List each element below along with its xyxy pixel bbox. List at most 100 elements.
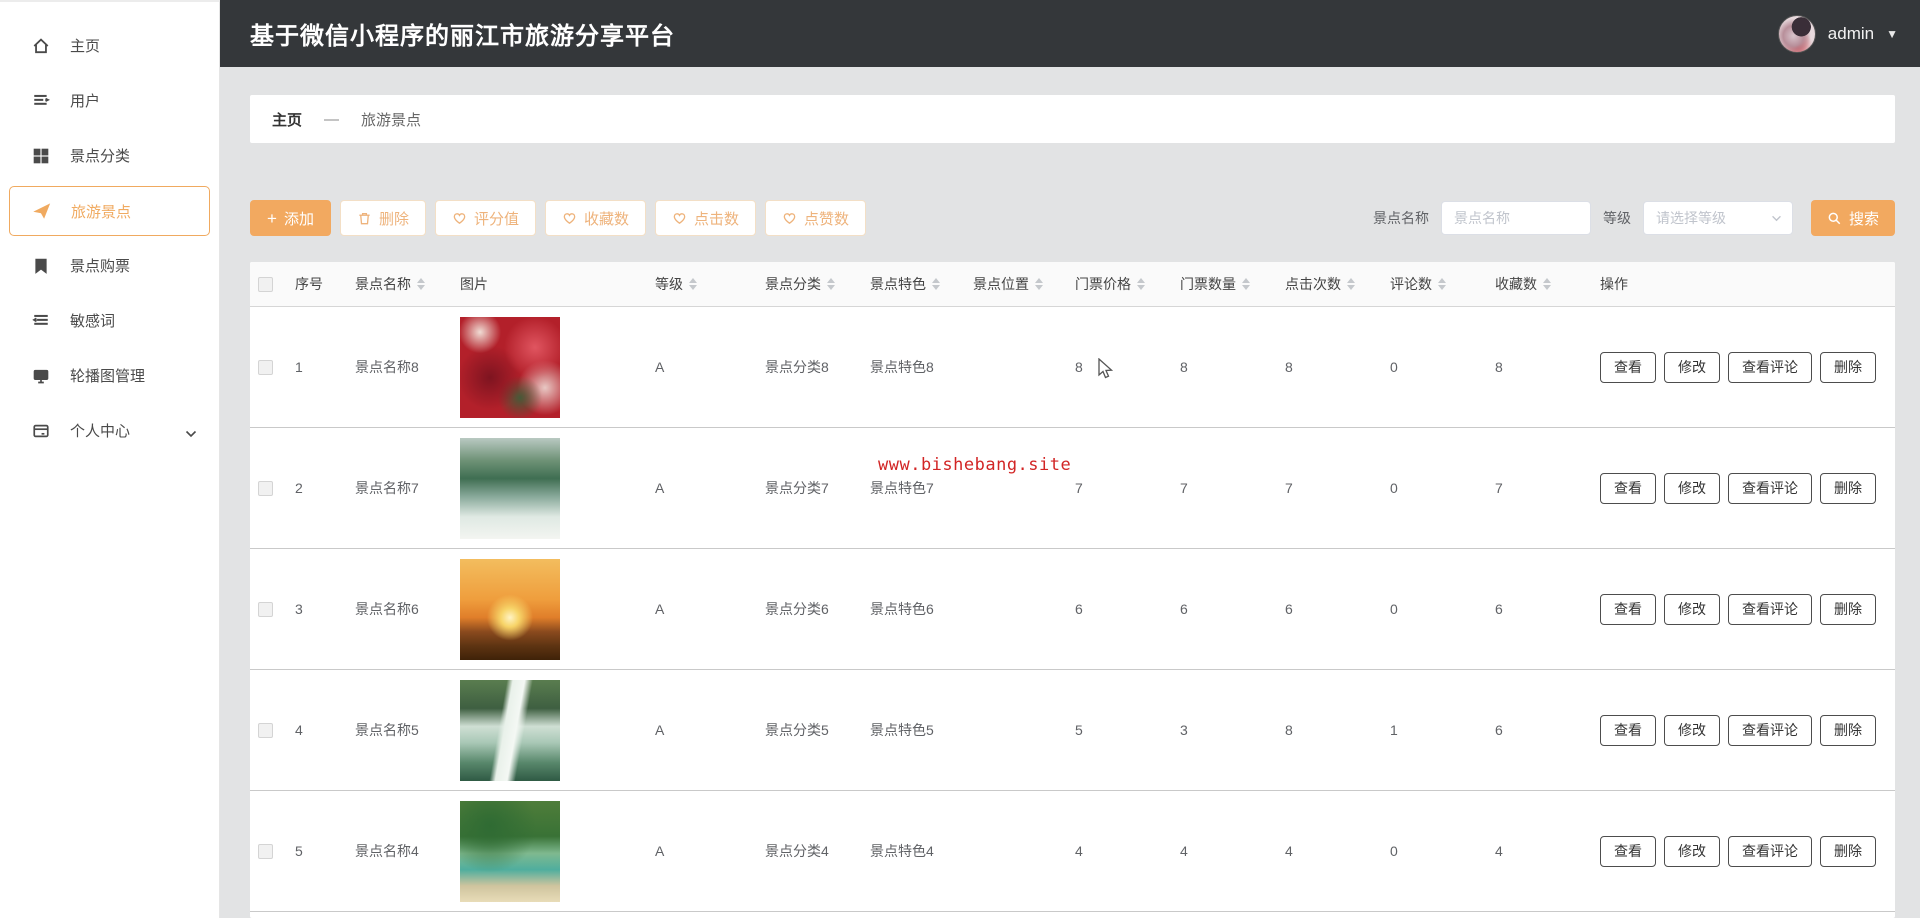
users-list-icon (32, 92, 50, 110)
view-button[interactable]: 查看 (1600, 472, 1656, 504)
name-filter-label: 景点名称 (1372, 210, 1429, 226)
row-checkbox[interactable] (258, 722, 273, 738)
sidebar-item-home[interactable]: 主页 (0, 18, 219, 73)
attraction-feature: 景点特色5 (870, 722, 934, 738)
delete-row-button[interactable]: 删除 (1820, 593, 1876, 625)
mouse-cursor (1095, 357, 1115, 385)
column-header-feature[interactable]: 景点特色 (870, 274, 973, 294)
sort-caret-icon[interactable] (1137, 278, 1145, 290)
sort-caret-icon[interactable] (1347, 278, 1355, 290)
name-search-input[interactable] (1440, 201, 1591, 235)
username: admin (1827, 23, 1875, 43)
favorite-count: 4 (1495, 843, 1503, 859)
column-header-name[interactable]: 景点名称 (355, 274, 460, 294)
page-title: 基于微信小程序的丽江市旅游分享平台 (250, 23, 675, 50)
attraction-level: A (655, 722, 665, 738)
sort-caret-icon[interactable] (417, 278, 425, 290)
sidebar-item-sensitive-words[interactable]: 敏感词 (0, 293, 219, 348)
row-checkbox[interactable] (258, 480, 273, 496)
likes-sort-button[interactable]: 点赞数 (765, 200, 867, 236)
sidebar-item-label: 轮播图管理 (70, 368, 146, 385)
attractions-table: 序号 景点名称 图片 等级 景点分类 景点特色 景点位置 门票价格 门票数量 点… (250, 262, 1895, 918)
favorite-count: 6 (1495, 722, 1503, 738)
heart-icon (783, 212, 796, 224)
column-header-location[interactable]: 景点位置 (973, 274, 1075, 294)
column-header-category[interactable]: 景点分类 (765, 274, 870, 294)
view-comments-button[interactable]: 查看评论 (1728, 593, 1812, 625)
clicks-sort-button[interactable]: 点击数 (655, 200, 757, 236)
view-button[interactable]: 查看 (1600, 593, 1656, 625)
select-all-checkbox[interactable] (258, 276, 273, 292)
edit-button[interactable]: 修改 (1664, 593, 1720, 625)
attraction-image (460, 800, 560, 902)
sidebar-item-categories[interactable]: 景点分类 (0, 128, 219, 183)
delete-row-button[interactable]: 删除 (1820, 714, 1876, 746)
user-menu[interactable]: admin ▼ (1777, 14, 1898, 53)
table-row: 1 景点名称8 A 景点分类8 景点特色8 8 8 8 0 8 查看 修改 查看… (250, 307, 1895, 428)
watermark-text: www.bishebang.site (878, 455, 1072, 475)
column-header-price[interactable]: 门票价格 (1075, 274, 1180, 294)
row-index: 1 (295, 359, 303, 375)
delete-row-button[interactable]: 删除 (1820, 835, 1876, 867)
avatar[interactable] (1777, 14, 1816, 53)
sort-caret-icon[interactable] (1035, 278, 1043, 290)
column-header-favorites[interactable]: 收藏数 (1495, 274, 1600, 294)
sort-caret-icon[interactable] (1242, 278, 1250, 290)
attraction-image (460, 679, 560, 781)
search-button[interactable]: 搜索 (1810, 200, 1895, 236)
sort-caret-icon[interactable] (932, 278, 940, 290)
delete-row-button[interactable]: 删除 (1820, 351, 1876, 383)
row-checkbox[interactable] (258, 359, 273, 375)
ticket-quantity: 6 (1180, 601, 1188, 617)
view-comments-button[interactable]: 查看评论 (1728, 835, 1812, 867)
sort-caret-icon[interactable] (689, 278, 697, 290)
attraction-image (460, 316, 560, 418)
edit-button[interactable]: 修改 (1664, 835, 1720, 867)
sidebar-item-personal-center[interactable]: 个人中心 (0, 403, 219, 458)
score-sort-button[interactable]: 评分值 (434, 200, 536, 236)
column-header-comments[interactable]: 评论数 (1390, 274, 1495, 294)
sidebar-item-attractions[interactable]: 旅游景点 (9, 186, 210, 236)
comment-count: 0 (1390, 480, 1398, 496)
view-button[interactable]: 查看 (1600, 835, 1656, 867)
column-header-level[interactable]: 等级 (655, 274, 765, 294)
view-comments-button[interactable]: 查看评论 (1728, 351, 1812, 383)
sort-caret-icon[interactable] (1438, 278, 1446, 290)
level-select[interactable]: 请选择等级 (1642, 201, 1793, 235)
attraction-name: 景点名称4 (355, 843, 419, 859)
sidebar-item-users[interactable]: 用户 (0, 73, 219, 128)
view-comments-button[interactable]: 查看评论 (1728, 714, 1812, 746)
edit-button[interactable]: 修改 (1664, 472, 1720, 504)
breadcrumb-home-link[interactable]: 主页 (272, 109, 302, 130)
column-header-index: 序号 (295, 276, 323, 292)
row-checkbox[interactable] (258, 843, 273, 859)
edit-button[interactable]: 修改 (1664, 351, 1720, 383)
paper-plane-icon (33, 202, 51, 220)
favorites-sort-button[interactable]: 收藏数 (544, 200, 646, 236)
attraction-category: 景点分类5 (765, 722, 829, 738)
sidebar-item-carousel[interactable]: 轮播图管理 (0, 348, 219, 403)
delete-row-button[interactable]: 删除 (1820, 472, 1876, 504)
row-index: 2 (295, 480, 303, 496)
sort-caret-icon[interactable] (1543, 278, 1551, 290)
sort-caret-icon[interactable] (827, 278, 835, 290)
plus-icon: + (267, 208, 277, 228)
attraction-image (460, 558, 560, 660)
edit-button[interactable]: 修改 (1664, 714, 1720, 746)
sidebar-item-tickets[interactable]: 景点购票 (0, 238, 219, 293)
view-comments-button[interactable]: 查看评论 (1728, 472, 1812, 504)
attraction-level: A (655, 843, 665, 859)
view-button[interactable]: 查看 (1600, 351, 1656, 383)
column-header-quantity[interactable]: 门票数量 (1180, 274, 1285, 294)
breadcrumb: 主页 — 旅游景点 (250, 95, 1895, 143)
attraction-feature: 景点特色8 (870, 359, 934, 375)
add-button[interactable]: + 添加 (250, 200, 331, 236)
column-header-clicks[interactable]: 点击次数 (1285, 274, 1390, 294)
delete-button[interactable]: 删除 (339, 200, 426, 236)
view-button[interactable]: 查看 (1600, 714, 1656, 746)
attraction-category: 景点分类7 (765, 480, 829, 496)
sidebar-item-label: 旅游景点 (71, 203, 132, 221)
ticket-quantity: 4 (1180, 843, 1188, 859)
sidebar-item-label: 景点分类 (70, 148, 131, 165)
row-checkbox[interactable] (258, 601, 273, 617)
